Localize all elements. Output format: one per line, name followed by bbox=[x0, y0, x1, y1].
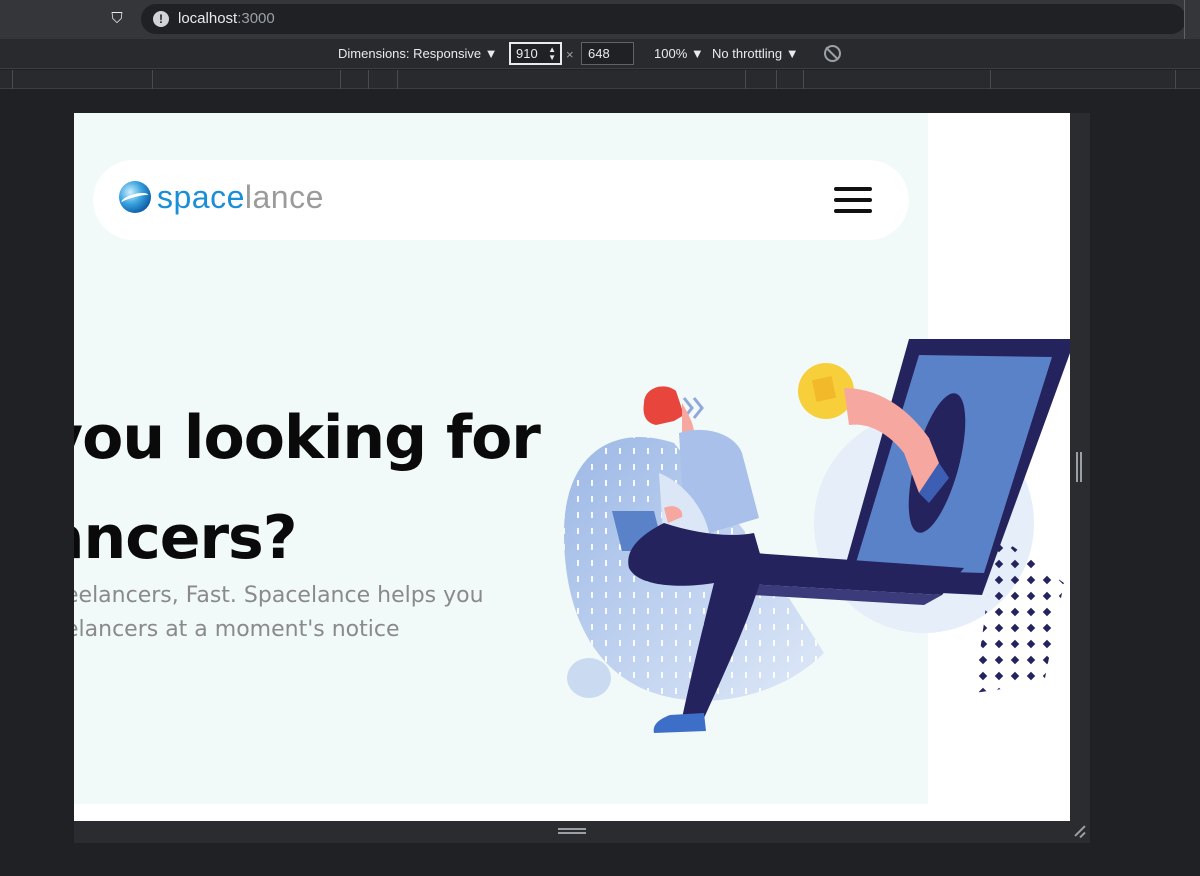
dimensions-dropdown[interactable]: Dimensions: Responsive ▼ bbox=[338, 46, 498, 61]
zoom-dropdown[interactable]: 100% ▼ bbox=[654, 46, 704, 61]
subtitle-line-1: eelancers, Fast. Spacelance helps you bbox=[74, 583, 484, 608]
logo-part-1: space bbox=[157, 179, 245, 215]
rotate-icon[interactable] bbox=[824, 45, 841, 62]
navbar: spacelance bbox=[93, 160, 909, 240]
width-value: 910 bbox=[516, 46, 538, 61]
stepper-icon[interactable]: ▲ ▼ bbox=[548, 46, 556, 62]
height-input[interactable]: 648 bbox=[581, 42, 634, 65]
logo-part-2: lance bbox=[244, 179, 324, 215]
headline-line-2: ancers? bbox=[74, 503, 298, 573]
device-toolbar: Dimensions: Responsive ▼ 910 ▲ ▼ × 648 10… bbox=[0, 39, 1200, 69]
subtitle-line-2: elancers at a moment's notice bbox=[74, 617, 400, 642]
hamburger-menu-icon[interactable] bbox=[834, 187, 872, 213]
headline-line-1: you looking for bbox=[74, 403, 541, 473]
vertical-resize-handle[interactable] bbox=[1076, 452, 1082, 482]
corner-resize-icon[interactable] bbox=[1072, 824, 1086, 838]
address-bar: ⛉ ! localhost:3000 bbox=[0, 0, 1200, 39]
bookmark-icon[interactable]: ⛉ bbox=[108, 9, 126, 29]
height-value: 648 bbox=[588, 46, 610, 61]
logo[interactable]: spacelance bbox=[157, 178, 324, 216]
device-viewport: spacelance you looking for ancers? eelan… bbox=[74, 113, 1070, 821]
toolbar-edge bbox=[1184, 0, 1200, 39]
freelancer-laptop-illustration bbox=[564, 339, 1070, 733]
person-shoe bbox=[653, 713, 706, 733]
media-query-bar[interactable] bbox=[0, 70, 1200, 89]
horizontal-resize-handle[interactable] bbox=[558, 828, 586, 834]
width-input[interactable]: 910 ▲ ▼ bbox=[509, 42, 562, 65]
site-info-icon[interactable]: ! bbox=[153, 11, 169, 27]
throttling-dropdown[interactable]: No throttling ▼ bbox=[712, 46, 799, 61]
url-port: :3000 bbox=[237, 10, 275, 27]
globe-logo-icon bbox=[119, 181, 151, 213]
url-host: localhost bbox=[178, 10, 238, 27]
dimension-separator: × bbox=[566, 47, 574, 62]
url-text[interactable]: localhost:3000 bbox=[178, 10, 275, 27]
url-omnibox[interactable]: ! localhost:3000 bbox=[141, 4, 1186, 34]
person-hair bbox=[643, 386, 684, 425]
